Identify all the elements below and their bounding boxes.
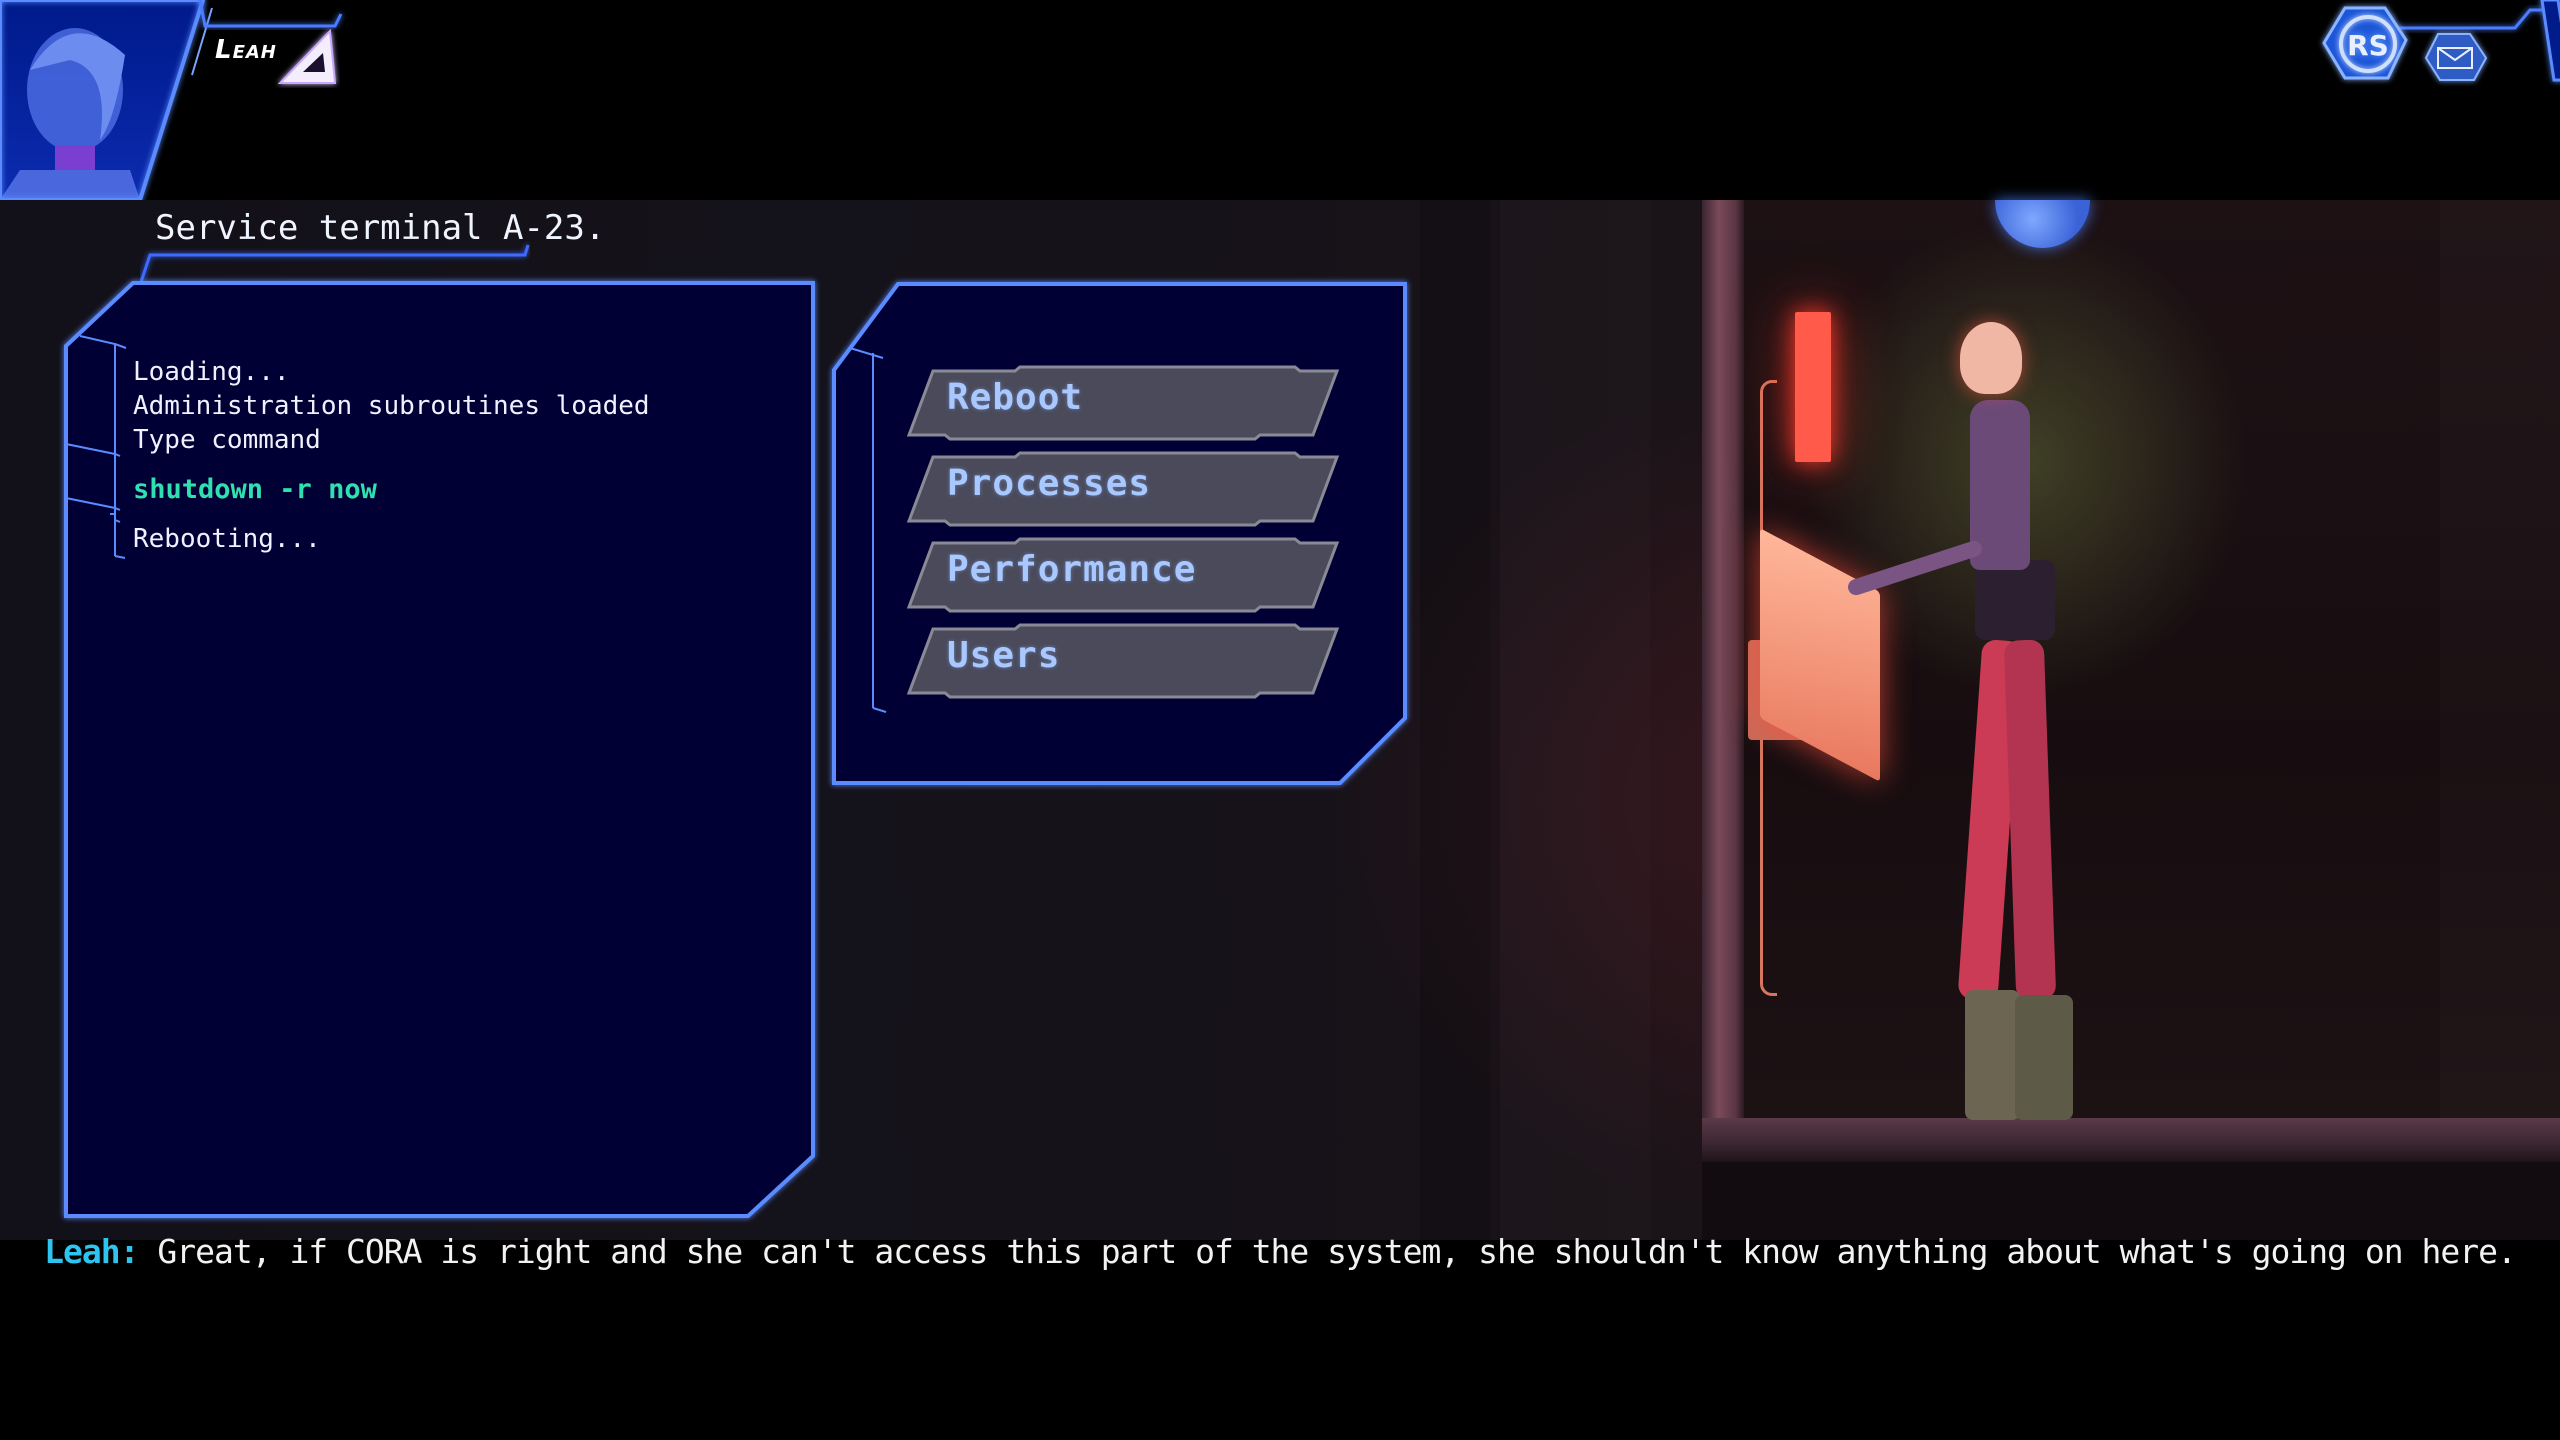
log-command-line: shutdown -r now — [133, 474, 377, 505]
floor-shadow — [1702, 1162, 2560, 1240]
character-head — [1960, 322, 2022, 394]
speaker-name-bar — [198, 0, 343, 28]
background-wall-column — [1490, 200, 1650, 1240]
background-wall — [1420, 200, 1500, 1240]
character-boot — [1965, 990, 2020, 1120]
dialogue-text: Great, if CORA is right and she can't ac… — [138, 1232, 2516, 1271]
envelope-icon[interactable] — [2424, 33, 2488, 81]
menu-option-label: Users — [947, 635, 1061, 676]
floor-ledge — [1702, 1118, 2560, 1162]
triangle-emblem-icon — [277, 28, 337, 84]
character-boot — [2015, 995, 2073, 1120]
door-frame — [2440, 200, 2560, 1120]
menu-option-reboot[interactable]: Reboot — [905, 365, 1340, 441]
menu-option-performance[interactable]: Performance — [905, 537, 1340, 613]
rs-badge-label[interactable]: RS — [2340, 26, 2396, 66]
log-line: Administration subroutines loaded — [133, 391, 650, 421]
speaker-name: Leah — [215, 35, 277, 65]
dialogue-speaker: Leah: — [44, 1232, 139, 1271]
menu-option-users[interactable]: Users — [905, 623, 1340, 699]
command-menu-panel — [832, 282, 1407, 785]
speaker-portrait — [0, 0, 213, 200]
stone-pillar — [1702, 200, 1744, 1140]
menu-option-label: Processes — [947, 463, 1152, 504]
menu-option-label: Performance — [947, 549, 1197, 590]
wall-terminal-screen[interactable] — [1795, 312, 1831, 462]
log-line: Rebooting... — [133, 524, 321, 554]
dialogue-subtitle: Leah: Great, if CORA is right and she ca… — [0, 1232, 2560, 1271]
menu-option-label: Reboot — [947, 377, 1084, 418]
log-line: Type command — [133, 425, 321, 455]
character-hips — [1975, 560, 2055, 640]
log-line: Loading... — [133, 357, 290, 387]
menu-option-processes[interactable]: Processes — [905, 451, 1340, 527]
